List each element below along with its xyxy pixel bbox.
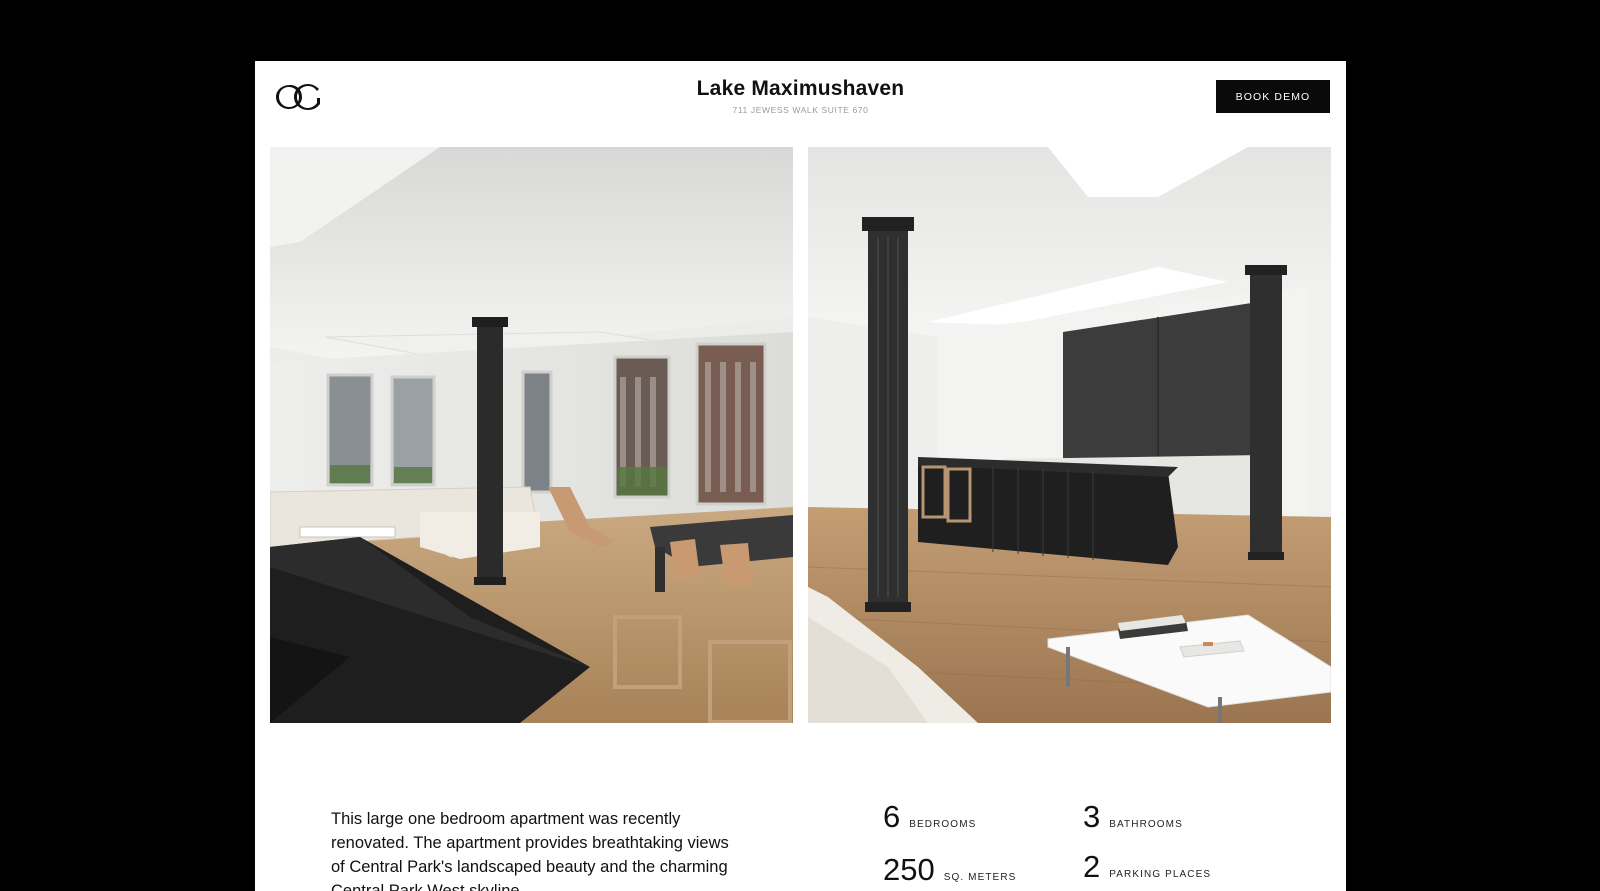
kitchen-photo[interactable] [808, 147, 1331, 723]
kitchen-image [808, 147, 1331, 723]
stat-value: 2 [1083, 849, 1101, 884]
stat-value: 250 [883, 852, 935, 887]
viewport: OC Lake Maximushaven 711 Jewess Walk Sui… [0, 0, 1600, 891]
book-demo-button[interactable]: BOOK DEMO [1216, 80, 1330, 113]
address-text: 711 Jewess Walk Suite 670 [732, 105, 869, 115]
stat-label: SQ. METERS [943, 872, 1017, 883]
listing-page: OC Lake Maximushaven 711 Jewess Walk Sui… [255, 61, 1346, 891]
stat-label: BATHROOMS [1109, 819, 1183, 830]
stat-bedrooms: 6 BEDROOMS [883, 800, 976, 834]
stat-label: PARKING PLACES [1109, 869, 1212, 880]
stat-parking: 2 PARKING PLACES [1083, 850, 1211, 884]
stat-value: 6 [883, 799, 901, 834]
living-room-photo[interactable] [270, 147, 793, 723]
stat-square-meters: 250 SQ. METERS [883, 853, 1016, 887]
title-block: Lake Maximushaven 711 Jewess Walk Suite … [255, 75, 1346, 115]
stat-value: 3 [1083, 799, 1101, 834]
stat-bathrooms: 3 BATHROOMS [1083, 800, 1183, 834]
living-room-image [270, 147, 793, 723]
property-description: This large one bedroom apartment was rec… [331, 810, 729, 891]
page-title: Lake Maximushaven [696, 77, 905, 100]
stat-label: BEDROOMS [909, 819, 977, 830]
